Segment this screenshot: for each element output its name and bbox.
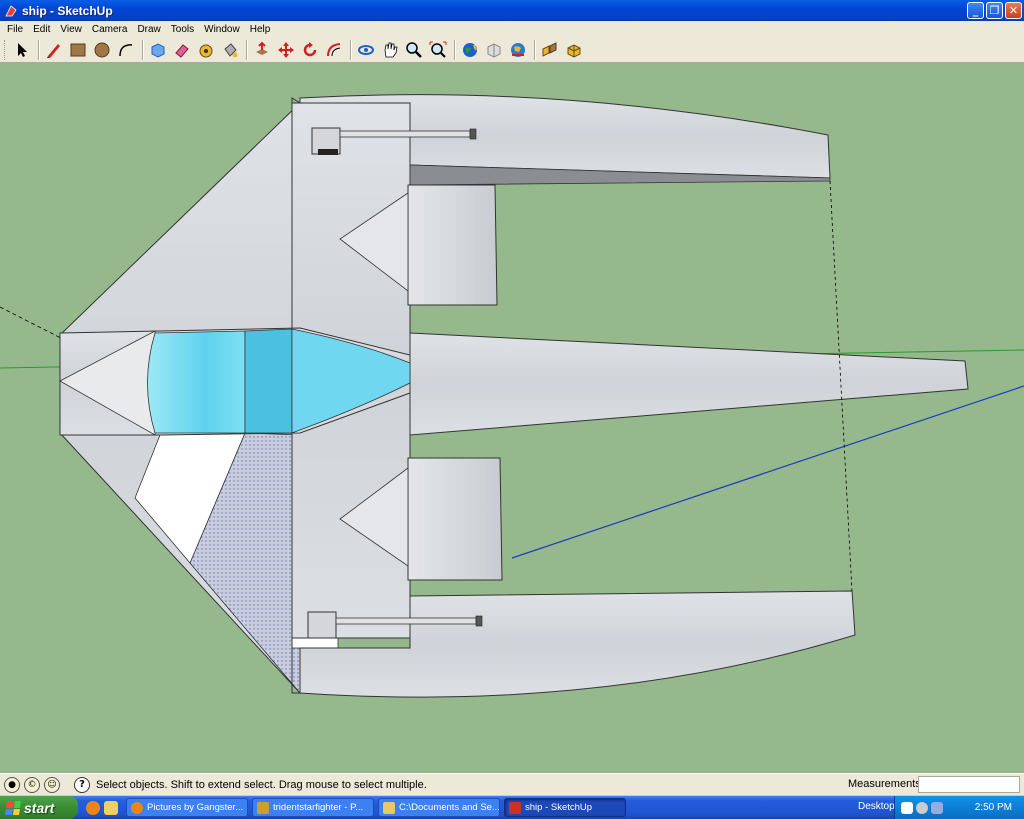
geo-location-icon[interactable]: ● bbox=[4, 776, 20, 793]
task-sketchup[interactable]: ship - SketchUp bbox=[504, 798, 626, 817]
paint-bucket-icon bbox=[224, 42, 238, 57]
system-tray: 2:50 PM bbox=[894, 796, 1024, 819]
components-tool[interactable] bbox=[539, 39, 561, 61]
eraser-tool[interactable] bbox=[171, 39, 193, 61]
firefox-icon[interactable] bbox=[86, 800, 100, 815]
boxes-icon bbox=[542, 41, 557, 57]
share-model-tool[interactable] bbox=[483, 39, 505, 61]
rectangle-tool[interactable] bbox=[67, 39, 89, 61]
cubes-icon bbox=[567, 43, 581, 58]
globe-icon bbox=[463, 42, 477, 57]
windows-flag-icon bbox=[5, 800, 21, 815]
paint-bucket-tool[interactable] bbox=[219, 39, 241, 61]
component-icon bbox=[151, 42, 165, 58]
start-button[interactable]: start bbox=[0, 796, 78, 819]
select-tool[interactable] bbox=[11, 39, 33, 61]
rotate-icon bbox=[303, 41, 317, 56]
volume-icon[interactable] bbox=[931, 801, 943, 814]
task-tridentstarfighter[interactable]: tridentstarfighter - P... bbox=[252, 798, 374, 817]
earth-icon bbox=[511, 42, 525, 57]
share-icon bbox=[487, 42, 501, 58]
eraser-icon bbox=[175, 43, 189, 58]
hand-icon bbox=[384, 42, 398, 57]
menu-window[interactable]: Window bbox=[199, 24, 245, 35]
toolbar bbox=[0, 37, 1024, 63]
pan-tool[interactable] bbox=[379, 39, 401, 61]
tape-measure-tool[interactable] bbox=[195, 39, 217, 61]
help-icon[interactable]: ? bbox=[74, 776, 90, 793]
offset-icon bbox=[327, 42, 341, 56]
place-model-tool[interactable] bbox=[507, 39, 529, 61]
arc-tool[interactable] bbox=[115, 39, 137, 61]
menu-edit[interactable]: Edit bbox=[28, 24, 55, 35]
arrow-cursor-icon bbox=[18, 42, 27, 57]
user-icon[interactable]: ☺ bbox=[44, 776, 60, 793]
restore-button[interactable]: ❐ bbox=[986, 2, 1003, 19]
orbit-tool[interactable] bbox=[355, 39, 377, 61]
central-spike bbox=[409, 332, 969, 436]
folder-icon bbox=[383, 801, 395, 814]
model-viewport[interactable] bbox=[0, 63, 1024, 773]
zoom-extents-icon bbox=[429, 41, 447, 58]
lower-engine-pod bbox=[407, 457, 503, 581]
tape-icon bbox=[199, 44, 213, 57]
title-bar: ship - SketchUp _ ❐ ✕ bbox=[0, 0, 1024, 21]
circle-icon bbox=[94, 42, 110, 57]
arc-icon bbox=[119, 43, 133, 56]
upper-engine-pod bbox=[407, 184, 498, 306]
canopy-mid bbox=[244, 328, 293, 434]
circle-tool[interactable] bbox=[91, 39, 113, 61]
menu-bar: File Edit View Camera Draw Tools Window … bbox=[0, 21, 1024, 37]
sketchup-app-icon bbox=[4, 4, 18, 18]
make-component-tool[interactable] bbox=[147, 39, 169, 61]
sketchup-app-icon bbox=[509, 801, 521, 814]
move-icon bbox=[278, 41, 294, 58]
warehouse-tool[interactable] bbox=[563, 39, 585, 61]
desktop-toolbar-label[interactable]: Desktop bbox=[858, 801, 895, 812]
magnifier-icon bbox=[406, 41, 422, 58]
credits-icon[interactable]: © bbox=[24, 776, 40, 793]
push-pull-tool[interactable] bbox=[251, 39, 273, 61]
pencil-icon bbox=[47, 43, 60, 58]
rotate-tool[interactable] bbox=[299, 39, 321, 61]
menu-tools[interactable]: Tools bbox=[166, 24, 199, 35]
minimize-button[interactable]: _ bbox=[967, 2, 984, 19]
orbit-icon bbox=[358, 44, 374, 55]
menu-camera[interactable]: Camera bbox=[87, 24, 133, 35]
measurements-input[interactable] bbox=[918, 776, 1020, 793]
get-models-tool[interactable] bbox=[459, 39, 481, 61]
task-pictures[interactable]: Pictures by Gangster... bbox=[126, 798, 248, 817]
firefox-icon bbox=[131, 801, 143, 814]
status-message: Select objects. Shift to extend select. … bbox=[96, 778, 427, 791]
window-title: ship - SketchUp bbox=[22, 3, 113, 18]
windows-taskbar: start Pictures by Gangster... tridentsta… bbox=[0, 796, 1024, 819]
canopy-front bbox=[147, 330, 246, 434]
push-pull-icon bbox=[256, 41, 268, 55]
measurements-label: Measurements bbox=[848, 778, 921, 790]
clock[interactable]: 2:50 PM bbox=[975, 802, 1012, 813]
image-icon bbox=[257, 801, 269, 814]
toolbar-grip[interactable] bbox=[4, 39, 7, 60]
move-tool[interactable] bbox=[275, 39, 297, 61]
menu-view[interactable]: View bbox=[55, 24, 87, 35]
menu-file[interactable]: File bbox=[2, 24, 28, 35]
ship-model-drawing[interactable] bbox=[0, 63, 1024, 773]
status-bar: ● © ☺ ? Select objects. Shift to extend … bbox=[0, 773, 1024, 795]
menu-help[interactable]: Help bbox=[245, 24, 276, 35]
task-documents-folder[interactable]: C:\Documents and Se... bbox=[378, 798, 500, 817]
folder-icon[interactable] bbox=[104, 800, 118, 815]
zoom-tool[interactable] bbox=[403, 39, 425, 61]
zoom-extents-tool[interactable] bbox=[427, 39, 449, 61]
close-button[interactable]: ✕ bbox=[1005, 2, 1022, 19]
rectangle-icon bbox=[70, 43, 86, 56]
security-icon[interactable] bbox=[916, 801, 928, 814]
start-label: start bbox=[24, 799, 55, 816]
pencil-tool[interactable] bbox=[43, 39, 65, 61]
menu-draw[interactable]: Draw bbox=[132, 24, 165, 35]
offset-tool[interactable] bbox=[323, 39, 345, 61]
quick-launch bbox=[86, 800, 118, 815]
network-icon[interactable] bbox=[901, 801, 913, 814]
